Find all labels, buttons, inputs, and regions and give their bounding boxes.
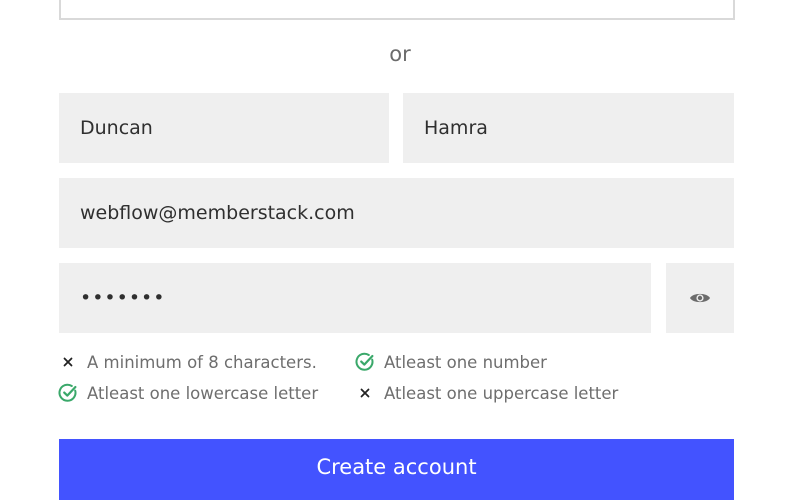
or-divider: or	[389, 42, 411, 66]
requirement-lowercase: Atleast one lowercase letter	[58, 383, 318, 403]
first-name-field[interactable]	[59, 93, 389, 163]
show-password-button[interactable]	[666, 263, 734, 333]
requirement-label: Atleast one number	[384, 352, 547, 372]
x-icon	[58, 352, 78, 372]
social-login-button[interactable]	[59, 0, 735, 20]
email-field[interactable]	[59, 178, 734, 248]
create-account-button[interactable]: Create account	[59, 439, 734, 500]
requirement-label: A minimum of 8 characters.	[87, 352, 317, 372]
password-field[interactable]	[59, 263, 651, 333]
requirement-uppercase: Atleast one uppercase letter	[355, 383, 618, 403]
check-circle-icon	[355, 352, 375, 372]
requirement-label: Atleast one lowercase letter	[87, 383, 319, 403]
signup-form: or A minimum of 8 characters. At	[0, 0, 800, 500]
x-icon	[355, 383, 375, 403]
eye-icon	[689, 291, 711, 305]
requirement-min-length: A minimum of 8 characters.	[58, 352, 317, 372]
requirement-number: Atleast one number	[355, 352, 547, 372]
last-name-field[interactable]	[403, 93, 734, 163]
check-circle-icon	[58, 383, 78, 403]
requirement-label: Atleast one uppercase letter	[384, 383, 619, 403]
